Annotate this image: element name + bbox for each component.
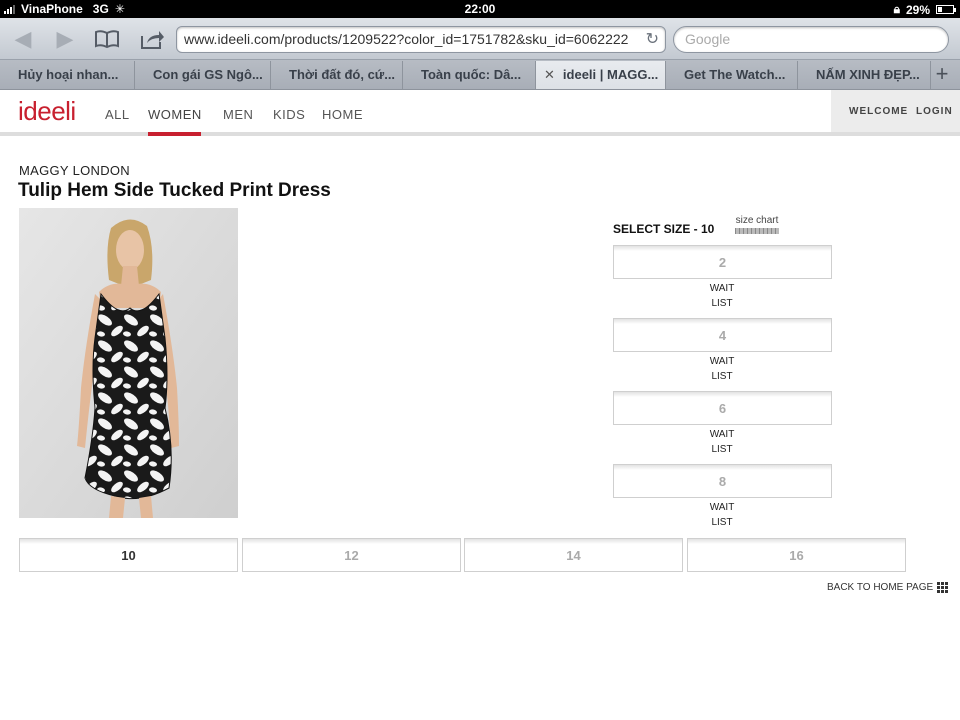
rotation-lock-icon: 🔒︎: [893, 2, 900, 16]
size-button[interactable]: 8: [613, 464, 832, 498]
nav-men[interactable]: MEN: [223, 107, 253, 122]
battery-icon: [936, 5, 956, 14]
back-arrow-icon[interactable]: ◀: [8, 26, 38, 52]
close-tab-icon[interactable]: ✕: [544, 61, 555, 89]
size-button[interactable]: 4: [613, 318, 832, 352]
battery-percent: 29%: [905, 2, 930, 17]
tab-label: ideeli | MAGG...: [562, 67, 659, 82]
grid-icon: [937, 582, 949, 593]
url-field[interactable]: www.ideeli.com/products/1209522?color_id…: [176, 26, 666, 53]
tab-label: Toàn quốc: Dâ...: [421, 67, 522, 82]
new-tab-plus-icon[interactable]: +: [930, 61, 954, 89]
search-field[interactable]: Google: [673, 26, 949, 53]
browser-toolbar: ◀ ▶ www.ideeli.com/products/1209522?colo…: [0, 18, 960, 60]
url-text: www.ideeli.com/products/1209522?color_id…: [184, 31, 629, 47]
nav-all[interactable]: ALL: [105, 107, 130, 122]
browser-tab[interactable]: Hủy hoại nhan...: [0, 61, 135, 89]
wait-list-link[interactable]: WAIT LIST: [702, 427, 742, 457]
tab-bar: Hủy hoại nhan... Con gái GS Ngô... Thời …: [0, 60, 960, 90]
login-link[interactable]: LOGIN: [916, 106, 953, 117]
site-logo[interactable]: ideeli: [18, 96, 76, 127]
size-button[interactable]: 16: [687, 538, 906, 572]
forward-arrow-icon[interactable]: ▶: [50, 26, 80, 52]
wait-list-link[interactable]: WAIT LIST: [702, 500, 742, 530]
tab-label: Hủy hoại nhan...: [18, 67, 119, 82]
size-button-selected[interactable]: 10: [19, 538, 238, 572]
browser-tab[interactable]: Thời đất đó, cứ...: [271, 61, 403, 89]
size-button[interactable]: 2: [613, 245, 832, 279]
tab-label: Con gái GS Ngô...: [153, 67, 263, 82]
product-photo[interactable]: [19, 208, 238, 518]
tab-label: Thời đất đó, cứ...: [289, 67, 396, 82]
reload-icon[interactable]: ↻: [646, 27, 659, 52]
browser-tab[interactable]: Toàn quốc: Dâ...: [403, 61, 536, 89]
account-area: WELCOME LOGIN: [831, 90, 960, 132]
back-to-home-link[interactable]: BACK TO HOME PAGE: [827, 582, 949, 593]
size-chart-label: size chart: [735, 215, 779, 226]
status-bar: VinaPhone 3G ✳ 22:00 🔒︎ 29%: [0, 0, 960, 18]
size-button[interactable]: 14: [464, 538, 683, 572]
share-icon[interactable]: [137, 26, 167, 52]
nav-home[interactable]: HOME: [322, 107, 363, 122]
size-chart-link[interactable]: size chart: [735, 216, 779, 234]
wait-list-link[interactable]: WAIT LIST: [702, 354, 742, 384]
select-size-label: SELECT SIZE - 10: [613, 222, 715, 236]
size-button[interactable]: 6: [613, 391, 832, 425]
product-brand: MAGGY LONDON: [19, 163, 130, 178]
tab-label: Get The Watch...: [684, 67, 786, 82]
tab-label: NẤM XINH ĐẸP...: [816, 67, 920, 82]
clock: 22:00: [464, 2, 496, 16]
ruler-icon: [735, 228, 779, 234]
size-button[interactable]: 12: [242, 538, 461, 572]
browser-tab[interactable]: NẤM XINH ĐẸP...: [798, 61, 931, 89]
browser-tab[interactable]: Get The Watch...: [666, 61, 798, 89]
bookmarks-book-icon[interactable]: [92, 26, 122, 52]
product-title: Tulip Hem Side Tucked Print Dress: [18, 180, 331, 201]
back-home-label: BACK TO HOME PAGE: [827, 582, 934, 593]
active-nav-underline: [148, 132, 201, 136]
nav-women[interactable]: WOMEN: [148, 107, 202, 122]
browser-tab[interactable]: Con gái GS Ngô...: [135, 61, 271, 89]
wait-list-link[interactable]: WAIT LIST: [702, 281, 742, 311]
welcome-link[interactable]: WELCOME: [849, 106, 908, 117]
nav-kids[interactable]: KIDS: [273, 107, 305, 122]
site-header: ideeli ALL WOMEN MEN KIDS HOME WELCOME L…: [0, 90, 960, 136]
browser-tab-active[interactable]: ✕ ideeli | MAGG...: [536, 61, 666, 89]
